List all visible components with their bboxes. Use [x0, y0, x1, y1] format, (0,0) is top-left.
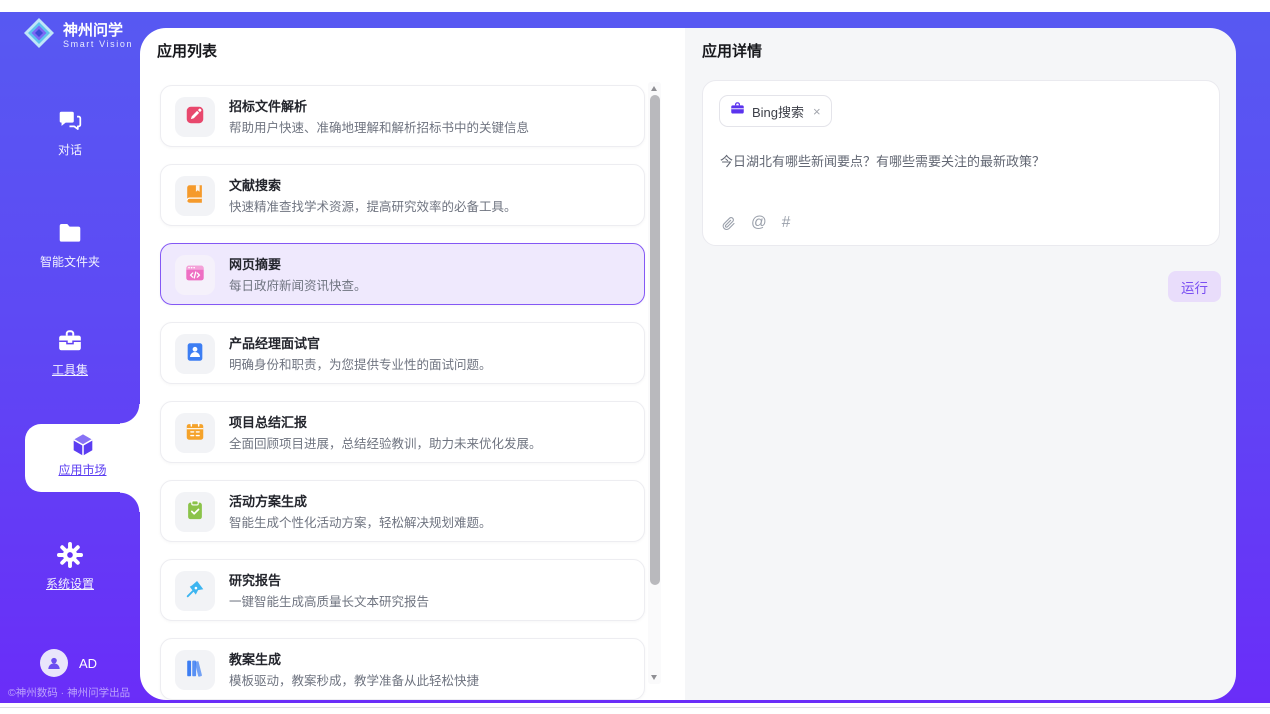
query-input-card[interactable]: Bing搜索 × 今日湖北有哪些新闻要点？有哪些需要关注的最新政策？ @ #	[702, 80, 1220, 246]
scrollbar-up-arrow[interactable]	[651, 86, 657, 91]
diamond-logo-icon	[22, 16, 56, 55]
sidebar-item-settings[interactable]: 系统设置	[0, 542, 140, 593]
sidebar-item-label: 应用市场	[58, 463, 106, 477]
person-doc-icon	[184, 341, 206, 368]
toolbox-icon	[0, 328, 140, 354]
pen-square-icon	[184, 104, 206, 131]
app-desc: 快速精准查找学术资源，提高研究效率的必备工具。	[229, 196, 517, 215]
sidebar-item-app-market[interactable]: 应用市场	[25, 424, 140, 492]
app-name: 教案生成	[229, 649, 281, 668]
app-name: 产品经理面试官	[229, 333, 320, 352]
brand-name: 神州问学	[63, 22, 133, 39]
sidebar-item-label: 对话	[58, 143, 82, 157]
app-name: 项目总结汇报	[229, 412, 307, 431]
brand-subtitle: Smart Vision	[63, 39, 133, 49]
app-card[interactable]: 教案生成 模板驱动，教案秒成，教学准备从此轻松快捷	[160, 638, 645, 700]
window-bottom-edge	[0, 707, 1270, 708]
app-card[interactable]: 招标文件解析 帮助用户快速、准确地理解和解析招标书中的关键信息	[160, 85, 645, 147]
app-name: 文献搜索	[229, 175, 281, 194]
pen-ink-icon	[184, 578, 206, 605]
sidebar-item-smart-folder[interactable]: 智能文件夹	[0, 220, 140, 271]
app-name: 网页摘要	[229, 254, 281, 273]
tool-tag-bing-search[interactable]: Bing搜索 ×	[719, 95, 832, 127]
paperclip-icon[interactable]	[720, 215, 736, 231]
app-desc: 一键智能生成高质量长文本研究报告	[229, 591, 429, 610]
books-icon	[184, 657, 206, 684]
app-desc: 帮助用户快速、准确地理解和解析招标书中的关键信息	[229, 117, 529, 136]
scrollbar-down-arrow[interactable]	[651, 675, 657, 680]
browser-code-icon	[184, 262, 206, 289]
folder-icon	[0, 220, 140, 246]
tab-curve-top	[120, 404, 140, 424]
app-list-title: 应用列表	[157, 40, 217, 61]
sidebar-item-chat[interactable]: 对话	[0, 108, 140, 159]
sidebar-item-label: 智能文件夹	[40, 255, 100, 269]
app-desc: 每日政府新闻资讯快查。	[229, 275, 367, 294]
briefcase-icon	[730, 101, 745, 121]
scrollbar[interactable]	[648, 82, 661, 684]
scrollbar-thumb[interactable]	[650, 95, 660, 585]
app-card[interactable]: 文献搜索 快速精准查找学术资源，提高研究效率的必备工具。	[160, 164, 645, 226]
chat-icon	[0, 108, 140, 134]
run-button[interactable]: 运行	[1168, 271, 1221, 302]
app-detail-title: 应用详情	[702, 40, 762, 61]
sidebar-item-label: 系统设置	[46, 577, 94, 591]
hash-icon[interactable]: #	[782, 215, 791, 231]
app-card[interactable]: 产品经理面试官 明确身份和职责，为您提供专业性的面试问题。	[160, 322, 645, 384]
app-desc: 全面回顾项目进展，总结经验教训，助力未来优化发展。	[229, 433, 542, 452]
avatar	[40, 649, 68, 677]
app-list-panel: 应用列表 招标文件解析 帮助用户快速、准确地理解和解析招标书中的关键信息 文献搜…	[140, 28, 685, 700]
content-area: 应用列表 招标文件解析 帮助用户快速、准确地理解和解析招标书中的关键信息 文献搜…	[140, 28, 1236, 700]
copyright-text: ©神州数码 · 神州问学出品	[8, 685, 130, 700]
at-icon[interactable]: @	[751, 215, 767, 231]
app-name: 活动方案生成	[229, 491, 307, 510]
app-card[interactable]: 研究报告 一键智能生成高质量长文本研究报告	[160, 559, 645, 621]
app-card-list: 招标文件解析 帮助用户快速、准确地理解和解析招标书中的关键信息 文献搜索 快速精…	[160, 85, 645, 700]
cube-icon	[25, 432, 140, 458]
tab-curve-bottom	[120, 492, 140, 512]
app-card[interactable]: 活动方案生成 智能生成个性化活动方案，轻松解决规划难题。	[160, 480, 645, 542]
gear-icon	[0, 542, 140, 568]
user-name: AD	[79, 656, 97, 671]
book-icon	[184, 183, 206, 210]
app-desc: 智能生成个性化活动方案，轻松解决规划难题。	[229, 512, 492, 531]
user-account[interactable]: AD	[40, 649, 97, 677]
app-desc: 模板驱动，教案秒成，教学准备从此轻松快捷	[229, 670, 479, 689]
app-name: 招标文件解析	[229, 96, 307, 115]
tool-tag-label: Bing搜索	[752, 102, 804, 121]
app-card[interactable]: 网页摘要 每日政府新闻资讯快查。	[160, 243, 645, 305]
sidebar-item-label: 工具集	[52, 363, 88, 377]
app-card[interactable]: 项目总结汇报 全面回顾项目进展，总结经验教训，助力未来优化发展。	[160, 401, 645, 463]
sidebar-item-toolset[interactable]: 工具集	[0, 328, 140, 379]
clipboard-check-icon	[184, 499, 206, 526]
input-toolbar: @ #	[720, 215, 790, 231]
query-text: 今日湖北有哪些新闻要点？有哪些需要关注的最新政策？	[720, 151, 1200, 170]
brand-logo: 神州问学 Smart Vision	[22, 16, 133, 55]
app-window: 神州问学 Smart Vision 对话 智能文件夹 工具集 应用市场 系	[0, 0, 1270, 714]
app-desc: 明确身份和职责，为您提供专业性的面试问题。	[229, 354, 492, 373]
app-detail-panel: 应用详情 Bing搜索 × 今日湖北有哪些新闻要点？有哪些需要关注的最新政策？ …	[685, 28, 1236, 700]
calendar-icon	[184, 420, 206, 447]
app-name: 研究报告	[229, 570, 281, 589]
close-icon[interactable]: ×	[813, 104, 821, 119]
